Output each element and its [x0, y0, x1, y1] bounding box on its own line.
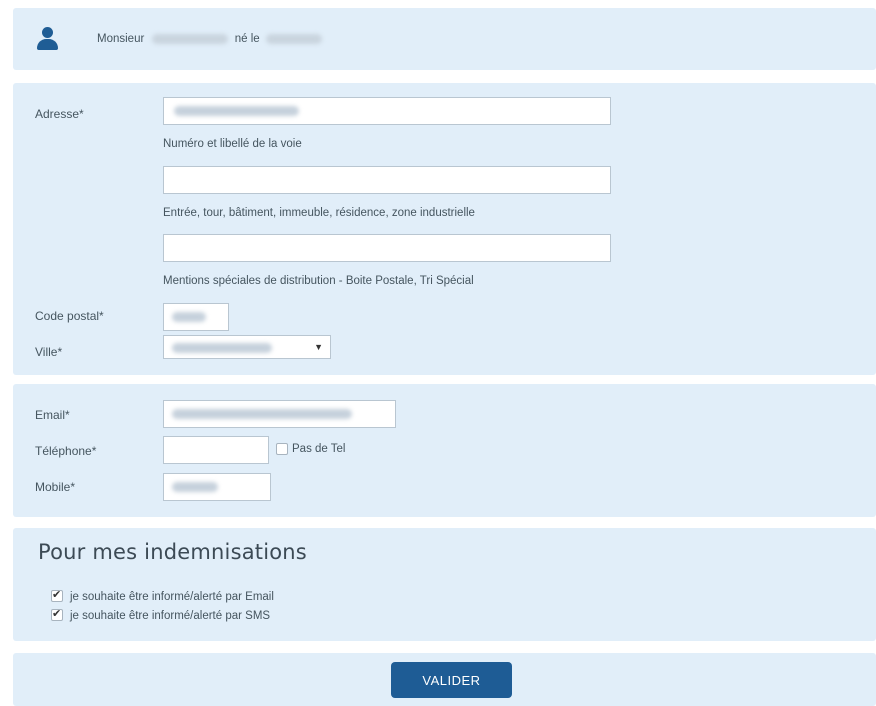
mobile-label: Mobile*: [35, 480, 76, 494]
chevron-down-icon: ▼: [314, 342, 323, 352]
person-summary: Monsieur né le: [97, 33, 322, 45]
address-line2-input[interactable]: [163, 166, 611, 194]
mobile-input[interactable]: [163, 473, 271, 501]
sms-alert-label: je souhaite être informé/alerté par SMS: [70, 610, 271, 622]
phone-input[interactable]: [163, 436, 269, 464]
no-phone-label: Pas de Tel: [292, 443, 346, 455]
email-alert-label: je souhaite être informé/alerté par Emai…: [70, 591, 274, 603]
adresse-label: Adresse*: [35, 107, 84, 121]
phone-label: Téléphone*: [35, 444, 97, 458]
sms-alert-checkbox[interactable]: [51, 607, 63, 621]
civility: Monsieur: [97, 33, 145, 45]
postal-code-input[interactable]: [163, 303, 229, 331]
postal-code-label: Code postal*: [35, 309, 104, 323]
submit-panel: VALIDER: [13, 653, 876, 706]
email-label: Email*: [35, 408, 70, 422]
validate-button[interactable]: VALIDER: [391, 662, 512, 698]
person-panel: Monsieur né le: [13, 8, 876, 70]
contact-panel: Email* Téléphone* Pas de Tel Mobile*: [13, 384, 876, 517]
city-label: Ville*: [35, 345, 63, 359]
address-line1-input[interactable]: [163, 97, 611, 125]
address-line2-help: Entrée, tour, bâtiment, immeuble, réside…: [163, 207, 475, 219]
indemnisation-title: Pour mes indemnisations: [38, 540, 307, 564]
address-line3-help: Mentions spéciales de distribution - Boi…: [163, 275, 474, 287]
redacted-name: [151, 33, 228, 44]
redacted-birthdate: [265, 33, 322, 44]
born-label: né le: [234, 33, 260, 45]
address-line1-help: Numéro et libellé de la voie: [163, 138, 302, 150]
email-alert-checkbox[interactable]: [51, 588, 63, 602]
indemnisation-panel: Pour mes indemnisations je souhaite être…: [13, 528, 876, 641]
no-phone-checkbox[interactable]: [276, 443, 288, 455]
address-panel: Adresse* Numéro et libellé de la voie En…: [13, 83, 876, 375]
email-input[interactable]: [163, 400, 396, 428]
city-select[interactable]: ▼: [163, 335, 331, 359]
user-icon: [37, 27, 58, 51]
address-line3-input[interactable]: [163, 234, 611, 262]
